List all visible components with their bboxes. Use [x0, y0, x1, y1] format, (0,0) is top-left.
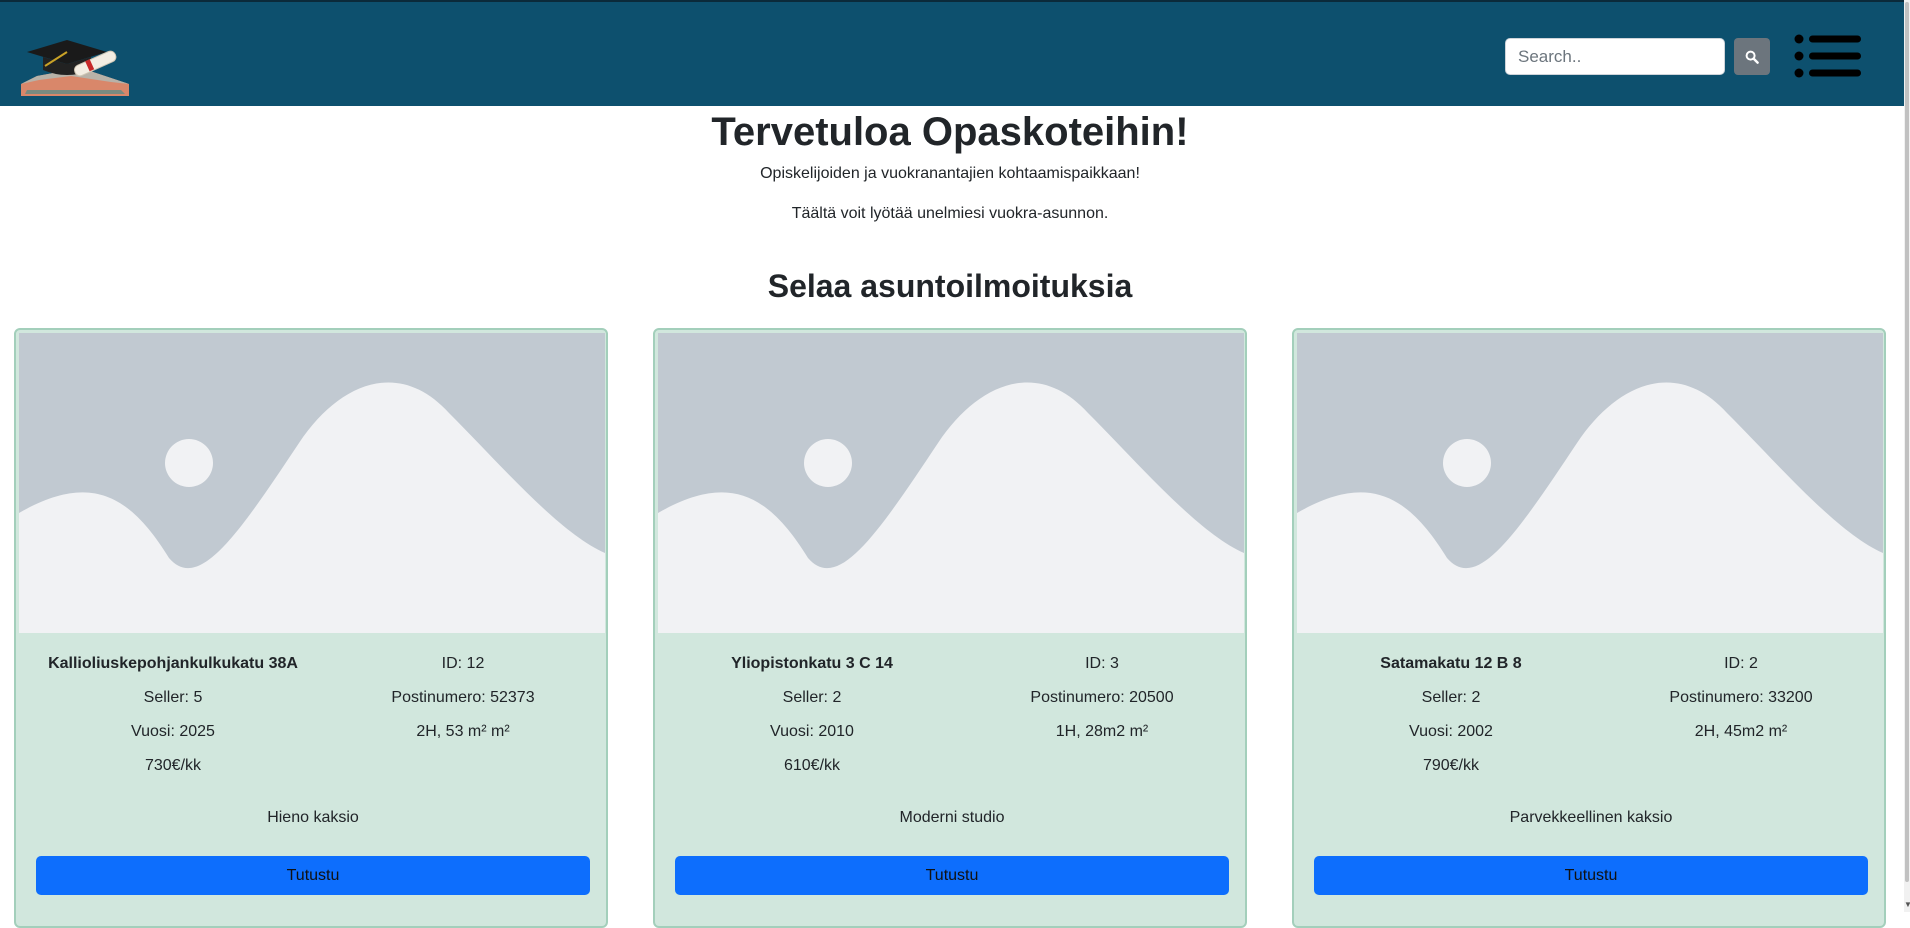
- listing-seller: Seller: 2: [782, 689, 842, 706]
- listings-title: Selaa asuntoilmoituksia: [767, 268, 1133, 304]
- listing-address: Yliopistonkatu 3 C 14: [731, 655, 893, 672]
- listing-details-button[interactable]: Tutustu: [36, 856, 590, 895]
- listing-year: Vuosi: 2025: [131, 723, 215, 740]
- listing-description: Hieno kaksio: [267, 809, 359, 826]
- listing-postal-code: Postinumero: 52373: [391, 689, 535, 706]
- listing-size: 2H, 53 m² m²: [416, 723, 510, 740]
- hero-subtitle-2: Täältä voit lyötää unelmiesi vuokra-asun…: [791, 205, 1109, 222]
- search-icon: [1745, 50, 1759, 64]
- listing-card: Kallioliuskepohjankulkukatu 38A Seller: …: [14, 328, 608, 928]
- list-menu-icon: [1794, 34, 1861, 78]
- image-placeholder-icon: [1297, 333, 1883, 633]
- scrollbar-thumb[interactable]: [1905, 2, 1909, 882]
- image-placeholder-icon: [658, 333, 1244, 633]
- listing-card: Satamakatu 12 B 8 Seller: 2 Vuosi: 2002 …: [1292, 328, 1886, 928]
- listing-id: ID: 2: [1724, 655, 1758, 672]
- listing-description: Moderni studio: [899, 809, 1005, 826]
- menu-button[interactable]: [1794, 34, 1862, 78]
- listing-seller: Seller: 2: [1421, 689, 1481, 706]
- listing-postal-code: Postinumero: 33200: [1669, 689, 1813, 706]
- listing-price: 790€/kk: [1422, 757, 1480, 774]
- listing-id: ID: 3: [1085, 655, 1119, 672]
- listing-address: Kallioliuskepohjankulkukatu 38A: [48, 655, 298, 672]
- listing-id: ID: 12: [441, 655, 485, 672]
- search-input[interactable]: [1505, 38, 1725, 75]
- listing-year: Vuosi: 2010: [770, 723, 854, 740]
- listing-size: 1H, 28m2 m²: [1055, 723, 1149, 740]
- search-button[interactable]: [1734, 38, 1770, 75]
- image-placeholder-icon: [19, 333, 605, 633]
- listing-year: Vuosi: 2002: [1409, 723, 1493, 740]
- scroll-down-arrow-icon[interactable]: ▼: [1904, 900, 1910, 910]
- listing-description: Parvekkeellinen kaksio: [1509, 809, 1673, 826]
- listing-address: Satamakatu 12 B 8: [1380, 655, 1522, 672]
- listing-price: 610€/kk: [783, 757, 841, 774]
- page-title: Tervetuloa Opaskoteihin!: [711, 110, 1189, 154]
- listing-details-button[interactable]: Tutustu: [675, 856, 1229, 895]
- listing-seller: Seller: 5: [143, 689, 203, 706]
- listing-size: 2H, 45m2 m²: [1694, 723, 1788, 740]
- navbar: [0, 2, 1910, 106]
- listing-postal-code: Postinumero: 20500: [1030, 689, 1174, 706]
- listing-card: Yliopistonkatu 3 C 14 Seller: 2 Vuosi: 2…: [653, 328, 1247, 928]
- listing-details-button[interactable]: Tutustu: [1314, 856, 1868, 895]
- hero-subtitle: Opiskelijoiden ja vuokranantajien kohtaa…: [760, 165, 1140, 182]
- listing-price: 730€/kk: [144, 757, 202, 774]
- graduation-cap-icon[interactable]: [21, 36, 129, 96]
